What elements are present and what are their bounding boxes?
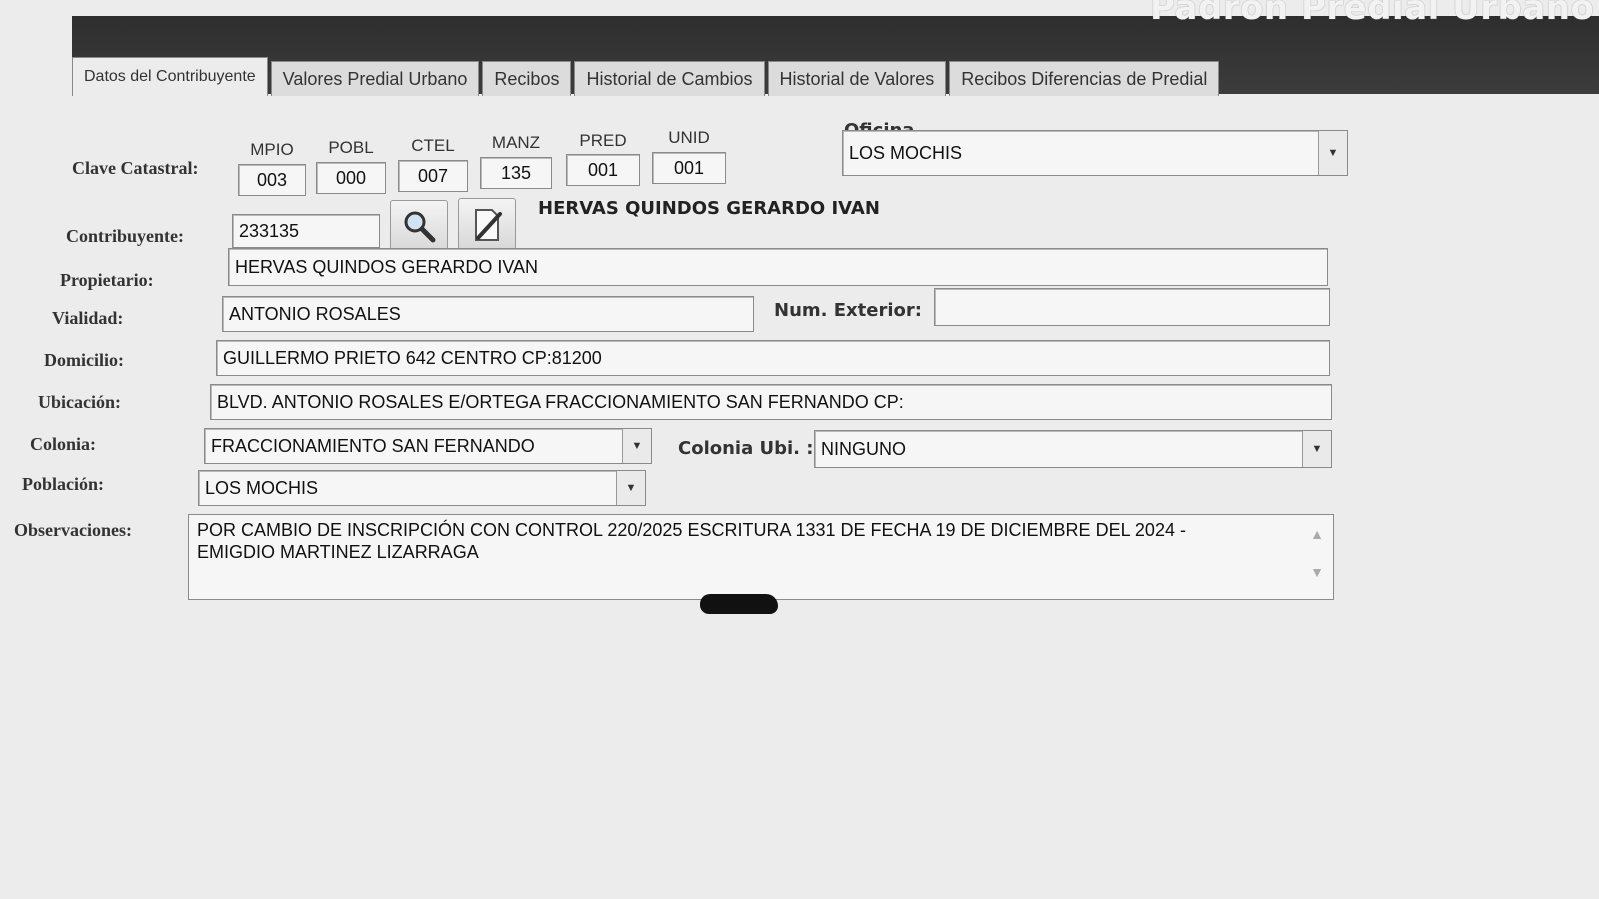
textarea-scrollbar[interactable]: ▲ ▼: [1307, 523, 1327, 583]
scroll-down-icon[interactable]: ▼: [1310, 561, 1324, 583]
redaction-mark: [700, 594, 778, 614]
datos-contribuyente-panel: Clave Catastral: MPIO 003 POBL 000 CTEL …: [0, 96, 1599, 899]
magnifier-icon: [404, 211, 436, 243]
poblacion-label: Población:: [22, 474, 105, 494]
pobl-field[interactable]: 000: [316, 162, 386, 194]
chevron-down-icon[interactable]: ▼: [1318, 131, 1347, 175]
manz-head: MANZ: [491, 133, 541, 152]
oficina-value: LOS MOCHIS: [849, 142, 963, 163]
scroll-up-icon[interactable]: ▲: [1310, 523, 1324, 545]
domicilio-label: Domicilio:: [44, 350, 124, 370]
poblacion-select[interactable]: LOS MOCHIS ▼: [198, 470, 646, 506]
chevron-down-icon[interactable]: ▼: [622, 429, 651, 463]
tab-recibos[interactable]: Recibos: [482, 61, 572, 96]
contribuyente-field[interactable]: 233135: [232, 214, 380, 248]
clave-catastral-label: Clave Catastral:: [72, 158, 199, 178]
unid-field[interactable]: 001: [652, 152, 726, 184]
mpio-head: MPIO: [250, 140, 294, 159]
ubicacion-label: Ubicación:: [38, 392, 121, 412]
pencil-icon: [475, 209, 502, 241]
unid-head: UNID: [668, 128, 710, 147]
tab-historial-cambios[interactable]: Historial de Cambios: [574, 61, 765, 96]
tab-valores-predial[interactable]: Valores Predial Urbano: [270, 61, 480, 96]
oficina-select[interactable]: LOS MOCHIS ▼: [842, 130, 1348, 176]
ctel-field[interactable]: 007: [398, 160, 468, 192]
tab-datos-contribuyente[interactable]: Datos del Contribuyente: [72, 57, 268, 96]
colonia-label: Colonia:: [30, 434, 97, 454]
pobl-head: POBL: [328, 138, 374, 157]
pred-head: PRED: [579, 131, 627, 150]
tab-strip: Datos del Contribuyente Valores Predial …: [72, 57, 1222, 96]
edit-button[interactable]: [458, 198, 516, 250]
pred-field[interactable]: 001: [566, 154, 640, 186]
vialidad-field[interactable]: ANTONIO ROSALES: [222, 296, 754, 332]
propietario-field[interactable]: HERVAS QUINDOS GERARDO IVAN: [228, 248, 1328, 286]
tab-historial-valores[interactable]: Historial de Valores: [767, 61, 947, 96]
domicilio-field[interactable]: GUILLERMO PRIETO 642 CENTRO CP:81200: [216, 340, 1330, 376]
observaciones-line-2: EMIGDIO MARTINEZ LIZARRAGA: [197, 542, 479, 562]
chevron-down-icon[interactable]: ▼: [1302, 431, 1331, 467]
search-button[interactable]: [390, 200, 448, 252]
chevron-down-icon[interactable]: ▼: [616, 471, 645, 505]
colonia-ubi-value: NINGUNO: [821, 438, 906, 459]
colonia-ubi-label: Colonia Ubi. :: [678, 438, 814, 459]
num-exterior-field[interactable]: [934, 288, 1330, 326]
observaciones-line-1: POR CAMBIO DE INSCRIPCIÓN CON CONTROL 22…: [197, 520, 1186, 540]
observaciones-textarea[interactable]: POR CAMBIO DE INSCRIPCIÓN CON CONTROL 22…: [188, 514, 1334, 600]
app-title: Padron Predial Urbano: [1150, 0, 1595, 28]
colonia-ubi-select[interactable]: NINGUNO ▼: [814, 430, 1332, 468]
num-exterior-label: Num. Exterior:: [774, 300, 922, 321]
colonia-value: FRACCIONAMIENTO SAN FERNANDO: [211, 435, 535, 456]
mpio-field[interactable]: 003: [238, 164, 306, 196]
poblacion-value: LOS MOCHIS: [205, 477, 319, 498]
contribuyente-nombre: HERVAS QUINDOS GERARDO IVAN: [538, 198, 880, 219]
ubicacion-field[interactable]: BLVD. ANTONIO ROSALES E/ORTEGA FRACCIONA…: [210, 384, 1332, 420]
vialidad-label: Vialidad:: [52, 308, 124, 328]
manz-field[interactable]: 135: [480, 157, 552, 189]
colonia-select[interactable]: FRACCIONAMIENTO SAN FERNANDO ▼: [204, 428, 652, 464]
observaciones-label: Observaciones:: [14, 520, 132, 540]
ctel-head: CTEL: [411, 136, 455, 155]
contribuyente-label: Contribuyente:: [66, 226, 184, 246]
tab-recibos-diferencias[interactable]: Recibos Diferencias de Predial: [949, 61, 1220, 96]
propietario-label: Propietario:: [60, 270, 154, 290]
